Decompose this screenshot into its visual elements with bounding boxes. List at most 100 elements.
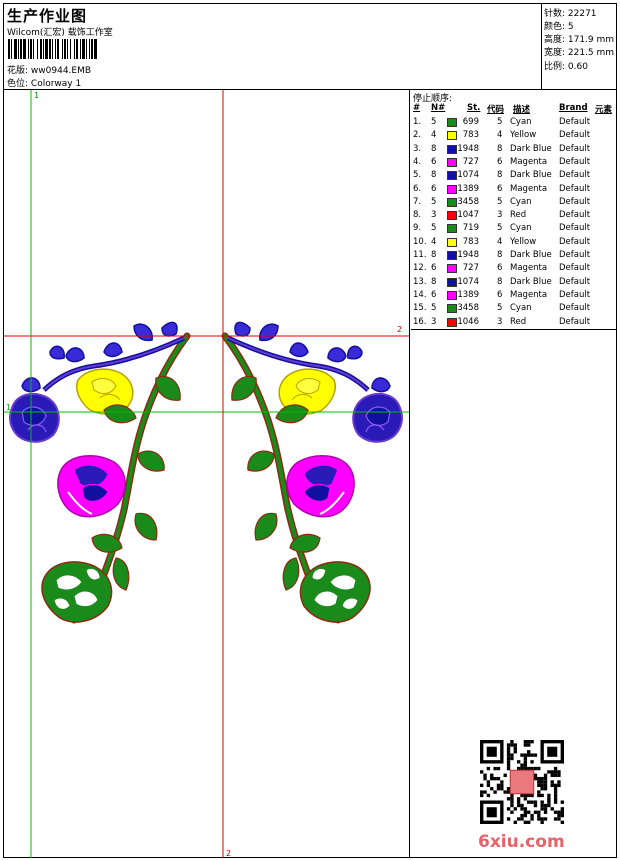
barcode-icon: [8, 39, 97, 59]
sequence-row: 7. 5 3458 5 Cyan Default: [411, 197, 617, 210]
left-flower-spray: [10, 322, 187, 622]
color-swatch: [447, 224, 457, 234]
color-swatch: [447, 171, 457, 181]
sequence-row: 10. 4 783 4 Yellow Default: [411, 237, 617, 250]
sequence-num: 8.: [413, 210, 422, 221]
design-width: 宽度: 221.5 mm: [544, 48, 615, 58]
sequence-code: 6: [497, 263, 503, 274]
sequence-row: 5. 8 1074 8 Dark Blue Default: [411, 170, 617, 183]
sequence-num: 5.: [413, 170, 422, 181]
sequence-needle: 6: [431, 183, 437, 194]
sequence-code: 8: [497, 143, 503, 154]
sequence-brand: Default: [559, 250, 591, 260]
sequence-description: Dark Blue: [510, 143, 552, 154]
sequence-code: 3: [497, 316, 503, 327]
design-canvas[interactable]: 1 1 2 2: [4, 90, 410, 858]
col-description: 描述: [513, 105, 531, 115]
col-needle: N#: [431, 103, 446, 113]
sequence-description: Red: [510, 316, 527, 327]
sequence-row: 6. 6 1389 6 Magenta Default: [411, 184, 617, 197]
design-value: ww0944.EMB: [30, 66, 92, 76]
sequence-row: 14. 6 1389 6 Magenta Default: [411, 290, 617, 303]
sequence-description: Yellow: [510, 236, 537, 247]
sequence-row: 2. 4 783 4 Yellow Default: [411, 130, 617, 143]
guide-label-h2: 2: [397, 325, 403, 334]
sequence-stitches: 3458: [457, 196, 479, 207]
guide-label-v1: 1: [34, 91, 40, 100]
sequence-needle: 3: [431, 210, 437, 221]
sequence-code: 5: [497, 117, 503, 127]
sequence-stitches: 1389: [457, 183, 479, 194]
color-swatch: [447, 118, 457, 127]
col-num: #: [413, 103, 421, 113]
design-scale: 比例: 0.60: [544, 62, 588, 72]
colorway-value: Colorway 1: [30, 79, 82, 89]
colorway: 色位: Colorway 1: [7, 76, 81, 89]
sequence-num: 16.: [413, 316, 427, 327]
sequence-stitches: 699: [462, 117, 479, 127]
sequence-needle: 8: [431, 170, 437, 181]
sequence-brand: Default: [559, 156, 591, 167]
design-label: 花版:: [7, 66, 29, 76]
sequence-description: Magenta: [510, 183, 548, 194]
sequence-code: 6: [497, 183, 503, 194]
col-element: 元素: [595, 105, 613, 115]
sequence-code: 3: [497, 210, 503, 221]
sequence-needle: 6: [431, 289, 437, 300]
sequence-stitches: 1046: [457, 316, 479, 327]
sequence-num: 12.: [413, 263, 427, 274]
sequence-needle: 8: [431, 250, 437, 260]
colorway-label: 色位:: [7, 79, 29, 89]
guide-label-h1: 1: [6, 403, 12, 412]
sequence-num: 2.: [413, 130, 422, 141]
sequence-description: Cyan: [510, 223, 532, 234]
sequence-num: 11.: [413, 250, 427, 260]
sequence-code: 5: [497, 196, 503, 207]
sequence-row: 9. 5 719 5 Cyan Default: [411, 223, 617, 236]
sequence-brand: Default: [559, 196, 591, 207]
color-swatch: [447, 197, 457, 207]
sequence-description: Dark Blue: [510, 170, 552, 181]
sequence-row: 1. 5 699 5 Cyan Default: [411, 117, 617, 130]
sheet-title: 生产作业图: [7, 7, 88, 25]
header-left: 生产作业图 Wilcom(汇宏) 载饰工作室 花版: ww0944.EMB 色位…: [4, 4, 541, 89]
sequence-stitches: 719: [462, 223, 479, 234]
col-code: 代码: [487, 105, 505, 115]
col-stitches: St.: [467, 103, 481, 113]
sequence-num: 14.: [413, 289, 427, 300]
sequence-row: 12. 6 727 6 Magenta Default: [411, 263, 617, 276]
color-swatch: [447, 290, 457, 300]
sequence-brand: Default: [559, 130, 591, 141]
sequence-row: 8. 3 1047 3 Red Default: [411, 210, 617, 223]
sequence-code: 8: [497, 250, 503, 260]
color-swatch: [447, 211, 457, 221]
color-count: 颜色: 5: [544, 22, 574, 32]
stop-sequence-panel: 停止顺序: # N# St. 代码 描述 Brand 元素 1. 5 699 5 Cya…: [411, 90, 617, 330]
sequence-stitches: 1389: [457, 289, 479, 300]
design-height: 高度: 171.9 mm: [544, 35, 615, 45]
guide-label-v2: 2: [226, 849, 232, 858]
sequence-brand: Default: [559, 183, 591, 194]
design-name: 花版: ww0944.EMB: [7, 63, 91, 76]
col-brand: Brand: [559, 103, 588, 113]
color-swatch: [447, 157, 457, 167]
stop-sequence-header: # N# St. 代码 描述 Brand 元素: [411, 103, 617, 116]
color-swatch: [447, 277, 457, 287]
sequence-code: 4: [497, 236, 503, 247]
sequence-num: 4.: [413, 156, 422, 167]
sequence-code: 8: [497, 276, 503, 287]
sequence-needle: 6: [431, 156, 437, 167]
sequence-code: 8: [497, 170, 503, 181]
sequence-stitches: 727: [462, 263, 479, 274]
sequence-needle: 5: [431, 196, 437, 207]
sequence-num: 7.: [413, 196, 422, 207]
sequence-needle: 5: [431, 303, 437, 314]
sequence-description: Magenta: [510, 263, 548, 274]
sequence-brand: Default: [559, 236, 591, 247]
sequence-needle: 4: [431, 130, 437, 141]
color-swatch: [447, 317, 457, 327]
sequence-brand: Default: [559, 210, 591, 221]
sequence-row: 3. 8 1948 8 Dark Blue Default: [411, 144, 617, 157]
color-swatch: [447, 304, 457, 314]
sequence-needle: 4: [431, 236, 437, 247]
